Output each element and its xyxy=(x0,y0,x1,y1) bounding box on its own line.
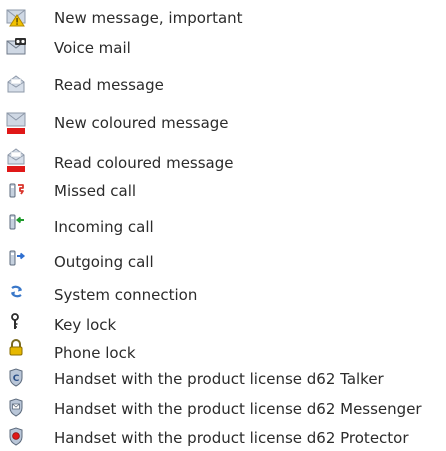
legend-label: Key lock xyxy=(54,316,117,334)
legend-label: Handset with the product license d62 Tal… xyxy=(54,370,384,388)
legend-row-new-coloured-message: New coloured message xyxy=(0,112,446,134)
legend-label: System connection xyxy=(54,286,198,304)
missed-call-icon xyxy=(4,180,30,202)
legend-label: Incoming call xyxy=(54,218,154,236)
legend-label: New coloured message xyxy=(54,114,229,132)
read-coloured-message-icon xyxy=(4,148,30,172)
protector-license-icon xyxy=(4,426,30,448)
legend-row-new-message-important: New message, important xyxy=(0,7,446,29)
key-lock-icon xyxy=(4,312,30,334)
legend-row-read-coloured-message: Read coloured message xyxy=(0,148,446,172)
phone-lock-icon xyxy=(4,338,30,360)
legend-row-messenger-license: Handset with the product license d62 Mes… xyxy=(0,397,446,419)
talker-license-icon: C xyxy=(4,367,30,389)
legend-label: Outgoing call xyxy=(54,253,154,271)
messenger-license-icon xyxy=(4,397,30,419)
legend-label: Handset with the product license d62 Pro… xyxy=(54,429,409,447)
legend-row-phone-lock: Phone lock xyxy=(0,338,446,362)
outgoing-call-icon xyxy=(4,248,30,270)
legend-row-outgoing-call: Outgoing call xyxy=(0,248,446,271)
read-message-icon xyxy=(4,74,30,96)
legend-label: Voice mail xyxy=(54,39,131,57)
legend-row-missed-call: Missed call xyxy=(0,180,446,202)
legend-label: New message, important xyxy=(54,9,243,27)
legend-label: Missed call xyxy=(54,182,137,200)
voice-mail-icon xyxy=(4,37,30,59)
legend-row-key-lock: Key lock xyxy=(0,312,446,334)
system-connection-icon xyxy=(4,282,30,304)
legend-row-talker-license: C Handset with the product license d62 T… xyxy=(0,367,446,389)
new-coloured-message-icon xyxy=(4,112,30,134)
new-message-important-icon xyxy=(4,7,30,29)
legend-row-read-message: Read message xyxy=(0,74,446,96)
icon-legend-list: New message, important Voice mail Read m… xyxy=(0,0,446,451)
legend-row-voice-mail: Voice mail xyxy=(0,37,446,59)
legend-label: Read message xyxy=(54,76,164,94)
legend-label: Handset with the product license d62 Mes… xyxy=(54,400,422,418)
legend-row-protector-license: Handset with the product license d62 Pro… xyxy=(0,426,446,448)
legend-label: Phone lock xyxy=(54,344,136,362)
legend-row-system-connection: System connection xyxy=(0,282,446,304)
legend-row-incoming-call: Incoming call xyxy=(0,212,446,236)
svg-text:C: C xyxy=(13,374,20,384)
incoming-call-icon xyxy=(4,212,30,234)
legend-label: Read coloured message xyxy=(54,154,234,172)
